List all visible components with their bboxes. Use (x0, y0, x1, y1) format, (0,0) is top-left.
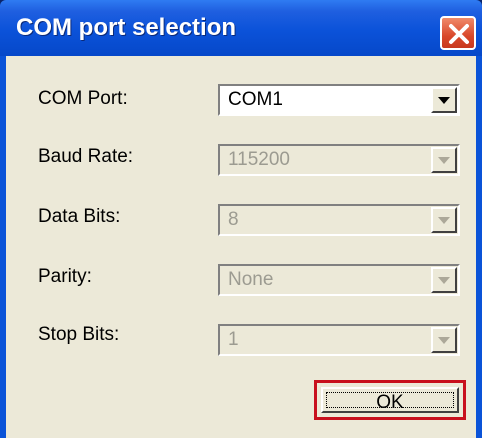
baud-rate-select: 115200 (218, 144, 460, 176)
data-bits-dropdown-button (431, 207, 457, 233)
window-border-right (476, 56, 482, 438)
chevron-down-icon (438, 157, 450, 164)
chevron-down-icon (438, 277, 450, 284)
data-bits-select: 8 (218, 204, 460, 236)
title-bar[interactable]: COM port selection (0, 0, 482, 56)
close-button[interactable] (440, 16, 476, 50)
com-port-label: COM Port: (38, 88, 128, 109)
stop-bits-label: Stop Bits: (38, 324, 120, 345)
ok-button-label: OK (376, 392, 404, 413)
baud-rate-dropdown-button (431, 147, 457, 173)
parity-value: None (228, 269, 274, 290)
chevron-down-icon (438, 217, 450, 224)
ok-button[interactable]: OK (314, 380, 466, 420)
stop-bits-value: 1 (228, 329, 239, 350)
data-bits-value: 8 (228, 209, 239, 230)
com-port-dropdown-button[interactable] (431, 87, 457, 113)
baud-rate-label: Baud Rate: (38, 146, 134, 167)
parity-select: None (218, 264, 460, 296)
parity-dropdown-button (431, 267, 457, 293)
baud-rate-value: 115200 (228, 149, 290, 170)
com-port-select[interactable]: COM1 (218, 84, 460, 116)
dialog-title: COM port selection (16, 14, 237, 41)
chevron-down-icon (438, 97, 450, 104)
data-bits-label: Data Bits: (38, 206, 121, 227)
com-port-value: COM1 (228, 89, 283, 110)
com-port-dialog: COM port selection COM Port: COM1 Baud R… (0, 0, 482, 438)
chevron-down-icon (438, 337, 450, 344)
parity-label: Parity: (38, 266, 92, 287)
ok-button-face[interactable]: OK (321, 387, 459, 413)
stop-bits-select: 1 (218, 324, 460, 356)
close-icon (449, 24, 469, 44)
stop-bits-dropdown-button (431, 327, 457, 353)
